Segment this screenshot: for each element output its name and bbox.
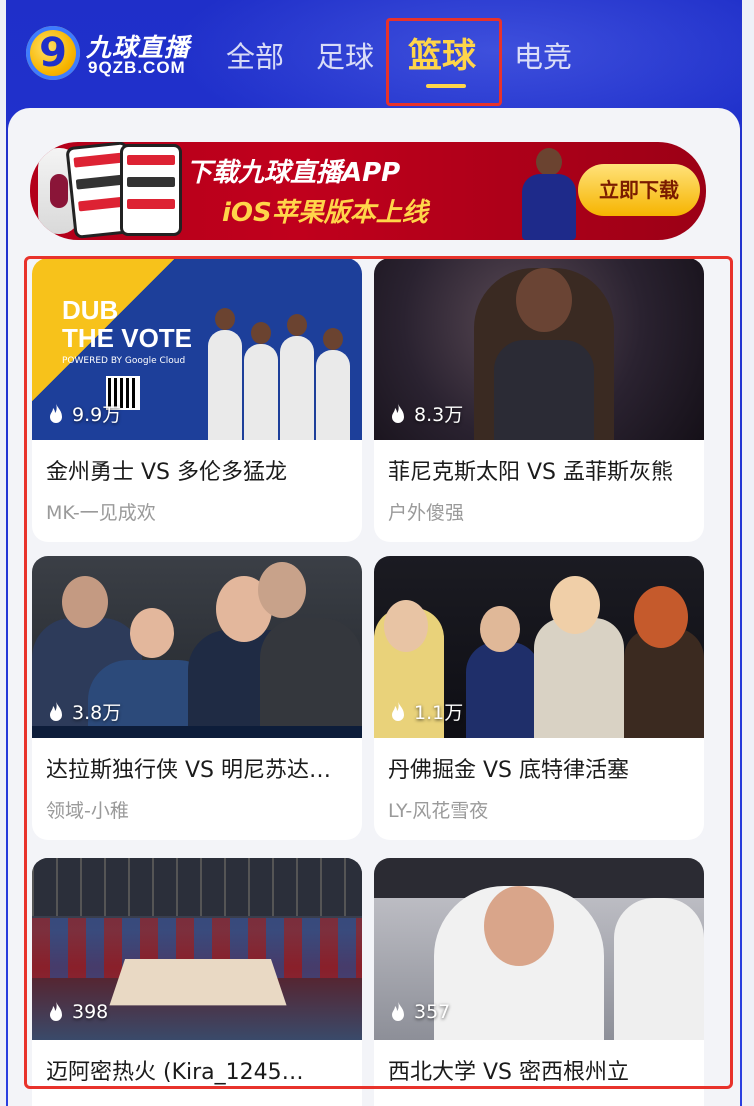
tab-esports[interactable]: 电竞: [514, 34, 572, 76]
app-download-banner[interactable]: 下载九球直播APP iOS苹果版本上线 立即下载: [30, 142, 706, 240]
top-header: 9 九球直播 9QZB.COM 全部 足球 篮球 电竞: [6, 0, 742, 160]
tab-football[interactable]: 足球: [316, 34, 374, 76]
download-now-button[interactable]: 立即下载: [578, 164, 700, 216]
logo-domain: 9QZB.COM: [88, 58, 186, 77]
player-image: [518, 142, 580, 240]
tab-all[interactable]: 全部: [226, 34, 284, 76]
main-content: 下载九球直播APP iOS苹果版本上线 立即下载 DUB THE VOTE POW…: [8, 108, 740, 1106]
highlight-box-tab: [386, 18, 502, 106]
site-logo[interactable]: 9 九球直播 9QZB.COM: [24, 24, 220, 84]
banner-headline: 下载九球直播APP: [186, 158, 401, 188]
banner-subline: iOS苹果版本上线: [222, 198, 428, 228]
highlight-box-grid: [24, 256, 733, 1089]
phone-image: [120, 144, 182, 236]
app-frame: 9 九球直播 9QZB.COM 全部 足球 篮球 电竞 下载九球直播APP iO…: [6, 0, 742, 1106]
logo-nine-icon: 9: [26, 26, 80, 80]
